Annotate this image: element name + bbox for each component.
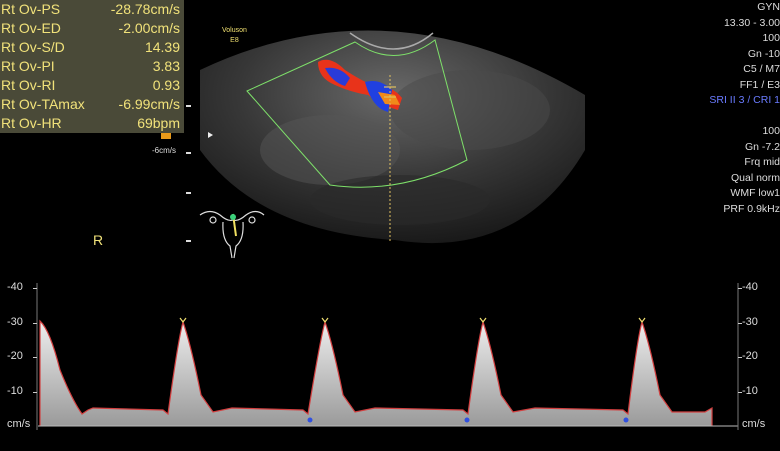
velocity-axis-label-right: -30: [742, 315, 758, 328]
velocity-axis-tick: [33, 391, 37, 393]
end-diastolic-marker: [307, 417, 313, 423]
bmode-texture-3: [310, 175, 490, 225]
bmode-texture-2: [390, 70, 550, 150]
velocity-axis-tick: [738, 288, 742, 289]
velocity-axis-label-left: -20: [7, 350, 23, 362]
peak-systolic-marker: [179, 317, 187, 323]
velocity-axis-label-left: -30: [7, 315, 23, 328]
velocity-axis-tick: [738, 322, 742, 324]
velocity-axis-tick: [33, 322, 37, 324]
velocity-axis-label-right: -40: [742, 281, 758, 293]
ultrasound-canvas: [36, 30, 739, 430]
velocity-axis-label-left: cm/s: [7, 418, 31, 430]
velocity-axis-label-left: -40: [7, 281, 23, 293]
velocity-axis-tick: [738, 391, 742, 393]
peak-systolic-marker: [321, 317, 329, 323]
end-diastolic-marker: [623, 417, 629, 423]
velocity-axis-tick: [33, 357, 37, 358]
velocity-axis-tick: [33, 288, 37, 289]
velocity-axis-label-right: -20: [742, 350, 758, 362]
end-diastolic-marker: [464, 417, 470, 423]
velocity-axis-label-right: cm/s: [742, 418, 766, 430]
peak-systolic-marker: [479, 317, 487, 323]
velocity-axis-label-left: -10: [7, 384, 23, 397]
uterus-body-marker-icon: [199, 210, 265, 259]
velocity-axis-label-right: -10: [742, 384, 758, 397]
bmode-texture-1: [260, 115, 400, 185]
velocity-axis-tick: [738, 357, 742, 358]
peak-systolic-marker: [638, 317, 646, 323]
spectral-doppler: [39, 317, 713, 426]
